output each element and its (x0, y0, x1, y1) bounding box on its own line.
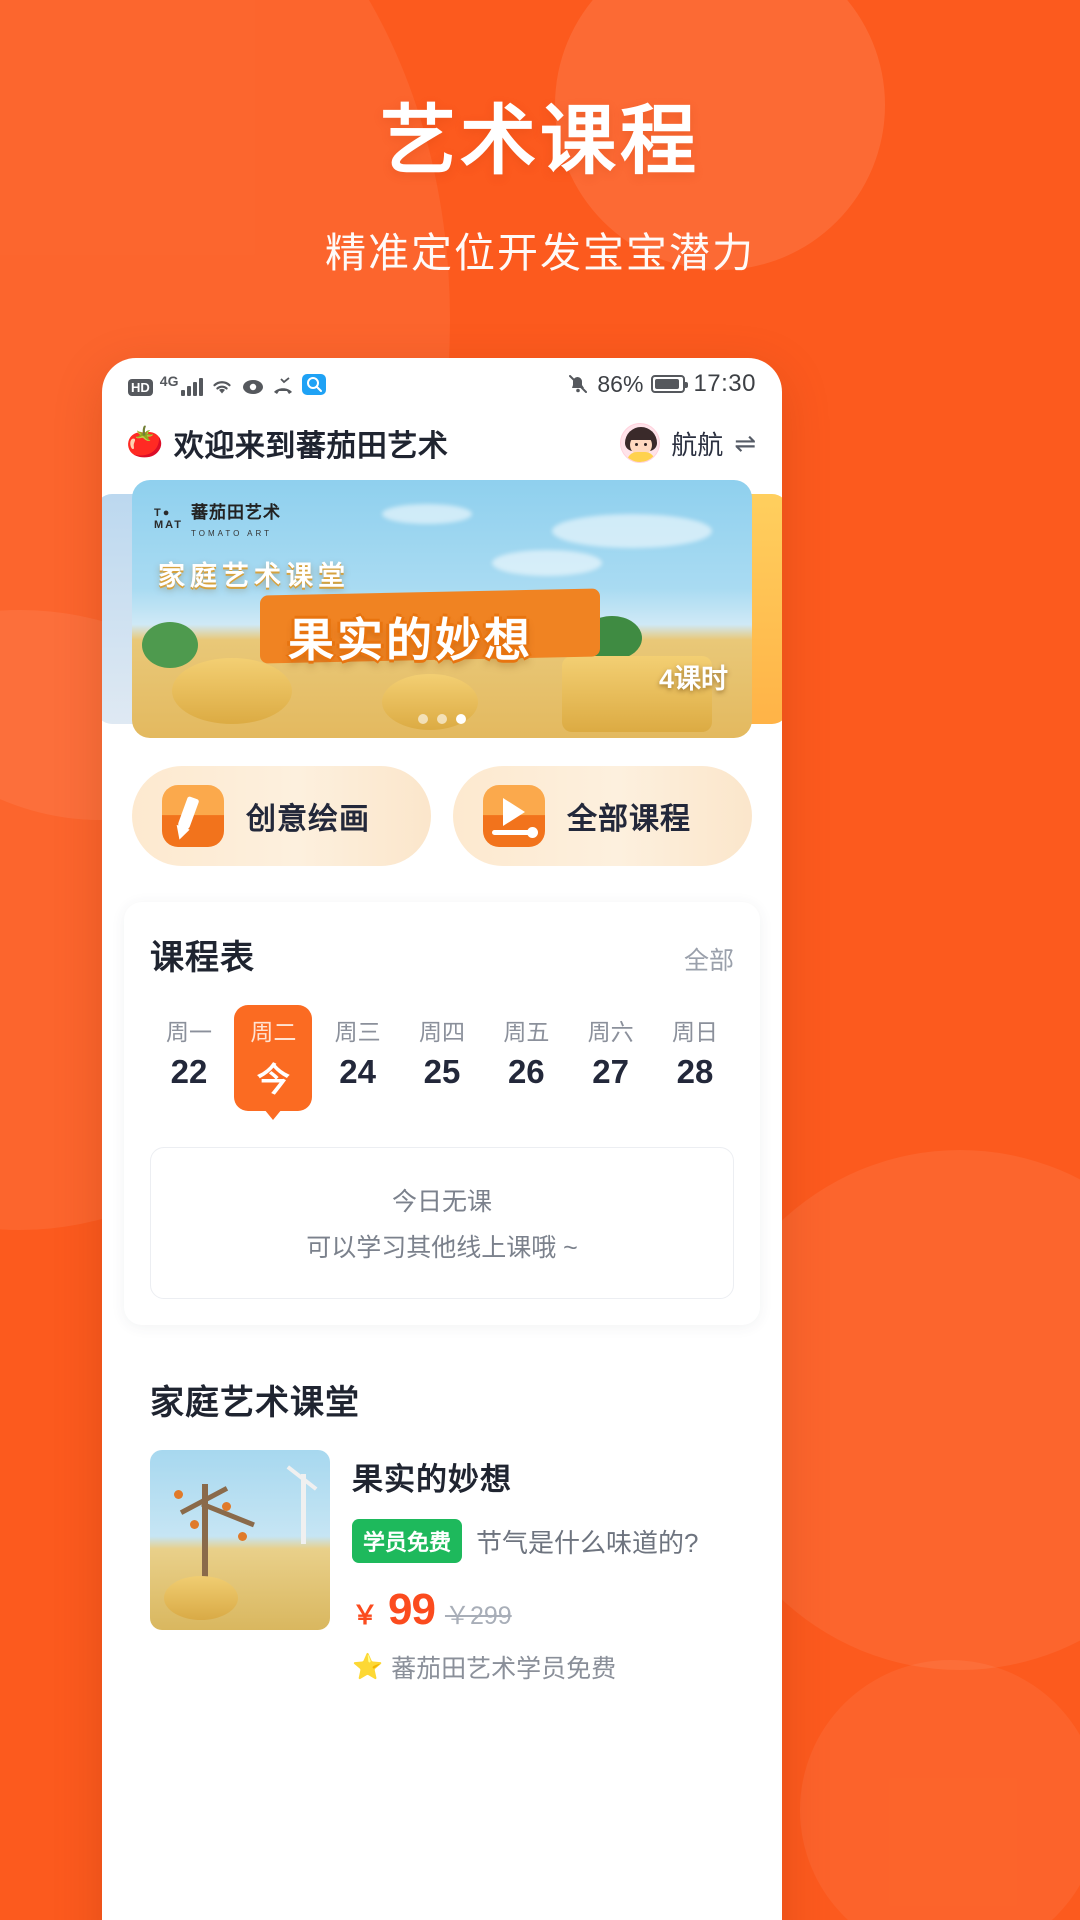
schedule-title: 课程表 (150, 939, 255, 977)
hd-icon: HD (128, 379, 153, 396)
day-date: 27 (592, 1053, 629, 1090)
hero-text-block: 艺术课程 精准定位开发宝宝潜力 (0, 96, 1080, 279)
course-info: 果实的妙想 学员免费 节气是什么味道的? ￥ 99 ￥299 ⭐ 蕃茄田艺术学员… (352, 1450, 734, 1685)
bell-muted-icon (567, 373, 589, 395)
banner-lesson-count: 4课时 (658, 664, 728, 694)
course-description: 节气是什么味道的? (476, 1527, 699, 1558)
quick-action-creative-drawing[interactable]: 创意绘画 (132, 766, 431, 866)
app-welcome-title: 🍅 欢迎来到蕃茄田艺术 (126, 421, 448, 465)
day-date: 24 (339, 1053, 377, 1090)
day-item-sun[interactable]: 周日 28 (656, 1005, 734, 1111)
day-date: 26 (507, 1053, 545, 1090)
family-class-card: 家庭艺术课堂 果实的妙想 学员免费 节气是什么味道的? ￥ 99 ￥299 ⭐ … (124, 1347, 760, 1685)
day-date: 22 (170, 1053, 208, 1090)
schedule-empty-state: 今日无课 可以学习其他线上课哦 ~ (150, 1147, 734, 1299)
current-price: 99 (388, 1585, 436, 1634)
tomato-icon: 🍅 (126, 426, 164, 459)
banner-carousel[interactable]: T● MAT 蕃茄田艺术 TOMATO ART 家庭艺术课堂 果实的妙想 4课时 (102, 480, 782, 738)
app-header: 🍅 欢迎来到蕃茄田艺术 航航 ⇌ (102, 410, 782, 476)
battery-icon (651, 375, 689, 393)
user-area[interactable]: 航航 ⇌ (620, 423, 756, 463)
course-meta-row: 学员免费 节气是什么味道的? (352, 1519, 734, 1563)
day-item-mon[interactable]: 周一 22 (150, 1005, 228, 1111)
course-price-row: ￥ 99 ￥299 (352, 1585, 734, 1635)
day-item-fri[interactable]: 周五 26 (487, 1005, 565, 1111)
carousel-dot[interactable] (437, 714, 447, 724)
day-weekday: 周三 (334, 1019, 381, 1045)
status-bar: HD 4G 86% 17:30 (102, 358, 782, 410)
bg-blob-bottomright (800, 1660, 1080, 1920)
brush-icon (162, 785, 224, 847)
eye-icon (241, 376, 265, 396)
signal-bars-icon (181, 377, 204, 396)
quick-action-label: 创意绘画 (246, 803, 370, 836)
banner-title: 果实的妙想 (288, 614, 533, 666)
star-icon: ⭐ (352, 1652, 384, 1681)
day-date: 今 (256, 1061, 290, 1098)
phone-mockup: HD 4G 86% 17:30 � (102, 358, 782, 1920)
carousel-dot[interactable] (418, 714, 428, 724)
empty-line-1: 今日无课 (391, 1188, 492, 1216)
course-note: ⭐ 蕃茄田艺术学员免费 (352, 1649, 734, 1685)
logo-mark: T● MAT (154, 506, 184, 531)
switch-account-icon[interactable]: ⇌ (734, 428, 756, 459)
day-weekday: 周日 (671, 1019, 718, 1045)
4g-icon: 4G (159, 373, 179, 389)
carousel-dot-active[interactable] (456, 714, 466, 724)
logo-name-cn: 蕃茄田艺术 (191, 503, 282, 522)
status-bar-right: 86% 17:30 (567, 370, 756, 398)
family-class-title: 家庭艺术课堂 (150, 1384, 360, 1422)
currency-symbol: ￥ (352, 1600, 379, 1630)
banner-slide-active[interactable]: T● MAT 蕃茄田艺术 TOMATO ART 家庭艺术课堂 果实的妙想 4课时 (132, 480, 752, 738)
play-icon (483, 785, 545, 847)
battery-percent: 86% (597, 370, 644, 397)
day-date: 28 (676, 1053, 714, 1090)
course-thumbnail (150, 1450, 330, 1630)
day-item-sat[interactable]: 周六 27 (572, 1005, 650, 1111)
course-name: 果实的妙想 (352, 1462, 512, 1497)
week-day-selector[interactable]: 周一 22 周二 今 周三 24 周四 25 周五 26 周六 27 周日 28 (150, 1005, 734, 1120)
missed-call-icon (272, 376, 294, 396)
day-item-tue-today[interactable]: 周二 今 (234, 1005, 313, 1120)
course-note-text: 蕃茄田艺术学员免费 (391, 1655, 617, 1683)
status-clock: 17:30 (693, 370, 756, 397)
day-weekday: 周五 (503, 1019, 550, 1045)
schedule-see-all-link[interactable]: 全部 (684, 941, 734, 977)
app-welcome-text: 欢迎来到蕃茄田艺术 (173, 430, 449, 463)
status-bar-left: HD 4G (128, 372, 327, 396)
day-weekday: 周一 (166, 1019, 212, 1045)
original-price: ￥299 (444, 1602, 512, 1630)
day-date: 25 (423, 1053, 461, 1090)
wifi-icon (210, 376, 234, 396)
day-item-thu[interactable]: 周四 25 (403, 1005, 481, 1111)
quick-action-all-courses[interactable]: 全部课程 (453, 766, 752, 866)
promo-title: 艺术课程 (380, 99, 700, 184)
course-list-item[interactable]: 果实的妙想 学员免费 节气是什么味道的? ￥ 99 ￥299 ⭐ 蕃茄田艺术学员… (150, 1450, 734, 1685)
logo-name-en: TOMATO ART (191, 529, 272, 538)
user-name: 航航 (671, 429, 724, 460)
status-badge: 学员免费 (352, 1519, 463, 1563)
search-icon[interactable] (301, 372, 327, 396)
day-item-wed[interactable]: 周三 24 (319, 1005, 397, 1111)
carousel-dots[interactable] (132, 714, 752, 724)
quick-actions: 创意绘画 全部课程 (102, 738, 782, 888)
day-weekday: 周四 (418, 1019, 465, 1045)
quick-action-label: 全部课程 (567, 803, 691, 836)
brand-logo: T● MAT 蕃茄田艺术 TOMATO ART (154, 498, 281, 541)
banner-subtitle: 家庭艺术课堂 (158, 561, 350, 591)
schedule-header: 课程表 全部 (150, 930, 734, 979)
avatar[interactable] (620, 423, 661, 463)
promo-subtitle: 精准定位开发宝宝潜力 (325, 229, 755, 276)
schedule-card: 课程表 全部 周一 22 周二 今 周三 24 周四 25 周五 26 周六 2… (124, 902, 760, 1325)
empty-line-2: 可以学习其他线上课哦 ~ (306, 1234, 578, 1262)
day-weekday: 周六 (587, 1019, 634, 1045)
day-weekday: 周二 (250, 1019, 297, 1045)
